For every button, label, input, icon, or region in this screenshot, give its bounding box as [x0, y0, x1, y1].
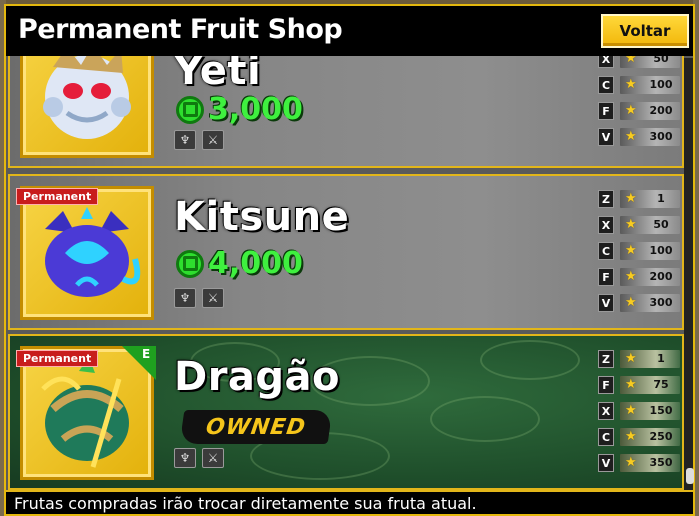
move-key: F	[598, 102, 614, 120]
sword-icon: ⚔	[202, 130, 224, 150]
move-row: C ★ 100	[598, 76, 682, 96]
move-row: Z ★ 1	[598, 190, 682, 210]
move-row: V ★ 300	[598, 128, 682, 148]
move-level: 300	[649, 296, 673, 309]
move-row: F ★ 75	[598, 376, 682, 396]
move-row: C ★ 250	[598, 428, 682, 448]
owned-badge: OWNED	[179, 410, 333, 444]
move-row: V ★ 300	[598, 294, 682, 314]
fruit-name: Kitsune	[174, 194, 350, 240]
move-key: X	[598, 402, 614, 420]
robux-icon	[176, 95, 204, 124]
robux-icon	[176, 249, 204, 278]
star-icon: ★	[625, 56, 637, 66]
move-key: V	[598, 294, 614, 312]
rarity-corner	[122, 346, 156, 380]
move-level: 300	[649, 130, 673, 143]
star-icon: ★	[625, 377, 637, 392]
fruit-list[interactable]: Yeti 3,000 ♆ ⚔ X ★ 50 C ★ 100 F ★ 200 V …	[6, 56, 693, 490]
star-icon: ★	[625, 269, 637, 284]
kitsune-fruit-icon	[45, 207, 141, 297]
move-level: 250	[649, 430, 673, 443]
move-level: 150	[649, 404, 673, 417]
sword-icon: ⚔	[202, 448, 224, 468]
move-row: Z ★ 1	[598, 350, 682, 370]
move-row: X ★ 50	[598, 56, 682, 70]
star-icon: ★	[625, 455, 637, 470]
move-key: Z	[598, 350, 614, 368]
price-value: 4,000	[208, 246, 303, 281]
star-icon: ★	[625, 129, 637, 144]
star-icon: ★	[625, 295, 637, 310]
move-key: Z	[598, 190, 614, 208]
fighting-style-icon: ♆	[174, 288, 196, 308]
move-level: 1	[657, 352, 665, 365]
fruit-name: Dragão	[174, 354, 341, 400]
move-key: X	[598, 56, 614, 68]
fruit-image-frame	[20, 56, 154, 158]
fruit-card-dragao[interactable]: Permanent E Dragão OWNED ♆ ⚔ Z ★ 1 F ★ 7…	[8, 334, 684, 490]
owned-label: OWNED	[204, 414, 308, 440]
star-icon: ★	[625, 103, 637, 118]
rarity-tag: E	[142, 347, 151, 361]
move-key: X	[598, 216, 614, 234]
move-row: X ★ 150	[598, 402, 682, 422]
move-level: 200	[649, 270, 673, 283]
fruit-shop-window: Permanent Fruit Shop Voltar Yeti 3,000 ♆…	[4, 4, 695, 516]
fighting-style-icon: ♆	[174, 448, 196, 468]
star-icon: ★	[625, 77, 637, 92]
move-level: 100	[649, 78, 673, 91]
title-bar: Permanent Fruit Shop Voltar	[6, 6, 693, 56]
move-row: C ★ 100	[598, 242, 682, 262]
fruit-image-frame	[20, 186, 154, 320]
fruit-card-yeti[interactable]: Yeti 3,000 ♆ ⚔ X ★ 50 C ★ 100 F ★ 200 V …	[8, 56, 684, 168]
fruit-type-icons: ♆ ⚔	[174, 448, 224, 468]
move-level: 75	[653, 378, 669, 391]
move-row: X ★ 50	[598, 216, 682, 236]
star-icon: ★	[625, 243, 637, 258]
move-level: 200	[649, 104, 673, 117]
star-icon: ★	[625, 403, 637, 418]
move-key: F	[598, 376, 614, 394]
fruit-name: Yeti	[174, 56, 262, 94]
fruit-price: 3,000	[176, 92, 303, 127]
move-key: V	[598, 128, 614, 146]
move-row: V ★ 350	[598, 454, 682, 474]
move-key: F	[598, 268, 614, 286]
sword-icon: ⚔	[202, 288, 224, 308]
star-icon: ★	[625, 429, 637, 444]
move-row: F ★ 200	[598, 102, 682, 122]
move-key: C	[598, 242, 614, 260]
star-icon: ★	[625, 191, 637, 206]
permanent-badge: Permanent	[16, 350, 99, 367]
move-key: C	[598, 76, 614, 94]
move-level: 50	[653, 56, 669, 65]
yeti-fruit-icon	[43, 56, 131, 139]
star-icon: ★	[625, 217, 637, 232]
fruit-card-kitsune[interactable]: Permanent Kitsune 4,000 ♆ ⚔ Z ★ 1 X ★ 50…	[8, 174, 684, 330]
move-key: C	[598, 428, 614, 446]
fruit-type-icons: ♆ ⚔	[174, 288, 224, 308]
price-value: 3,000	[208, 92, 303, 127]
fighting-style-icon: ♆	[174, 130, 196, 150]
move-level: 100	[649, 244, 673, 257]
fruit-price: 4,000	[176, 246, 303, 281]
scrollbar-track[interactable]	[684, 58, 693, 490]
fruit-type-icons: ♆ ⚔	[174, 130, 224, 150]
star-icon: ★	[625, 351, 637, 366]
shop-title: Permanent Fruit Shop	[18, 14, 343, 45]
back-button[interactable]: Voltar	[601, 14, 689, 48]
move-level: 350	[649, 456, 673, 469]
move-level: 1	[657, 192, 665, 205]
move-key: V	[598, 454, 614, 472]
move-level: 50	[653, 218, 669, 231]
footer-note: Frutas compradas irão trocar diretamente…	[6, 490, 693, 514]
move-row: F ★ 200	[598, 268, 682, 288]
permanent-badge: Permanent	[16, 188, 99, 205]
scrollbar-thumb[interactable]	[686, 468, 694, 484]
